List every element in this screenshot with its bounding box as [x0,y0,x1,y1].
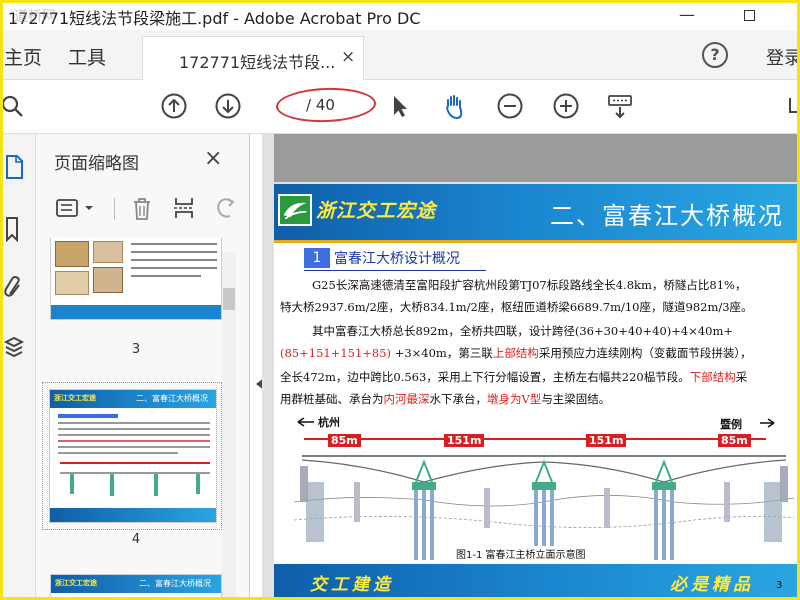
section-number: 1 [304,248,330,268]
text: 用群桩基础、承台为 [280,392,384,406]
next-page-icon[interactable] [214,92,242,120]
maximize-button[interactable] [738,4,760,26]
thumbnail-options-icon[interactable] [54,194,82,222]
maximize-icon [743,10,755,21]
zoom-search-icon[interactable] [0,92,28,120]
thumb-banner-left: 浙江交工宏途 [54,394,96,402]
page-banner: 浙江交工宏途 二、富春江大桥概况 [274,184,800,240]
page-thumbnails-icon[interactable] [2,154,26,180]
left-navigation-strip [0,134,36,600]
section-underline [304,270,486,271]
keyboard-scroll-icon[interactable] [606,92,634,120]
thumb-banner-right: 二、富春江大桥概况 [136,394,208,403]
bookmark-icon[interactable] [2,216,26,243]
panel-close-icon[interactable]: × [204,146,222,171]
help-icon[interactable]: ? [702,42,728,68]
thumbnail-scrollbar[interactable] [222,252,236,600]
thumbnail-list[interactable]: 3 浙江交工宏途 二、富春江大桥概况 4 浙江交工宏途 二、富春江大桥概况 [36,238,250,600]
dimension-line [304,438,766,440]
section-title: 富春江大桥设计概况 [334,251,460,267]
figure-caption: 图1-1 富春江主桥立面示意图 [452,546,590,561]
text: +3×40m，第三联 [391,346,493,360]
select-cursor-icon[interactable] [386,92,414,120]
company-logo [278,194,312,226]
attachment-icon[interactable] [2,274,26,300]
layers-icon[interactable] [2,334,26,360]
page-footer: 交工建造 必是精品 3 [274,564,800,600]
thumbnail-number: 4 [131,532,141,547]
thumb5-banner-right: 二、富春江大桥概况 [139,579,211,588]
zoom-in-icon[interactable] [552,92,580,120]
red-text: 内河最深 [383,392,430,406]
toolbar: / 40 [0,80,800,134]
text: 采 [735,370,748,384]
previous-page-icon[interactable] [160,92,188,120]
minimize-button[interactable]: — [676,4,698,26]
paragraph-2-line-2: (85+151+151+85) +3×40m，第三联上部结构采用预应力连续刚构（… [280,346,752,360]
paragraph-1-line-1: G25长深高速德清至富阳段扩容杭州段第TJ07标段路线全长4.8km，桥隧占比8… [312,278,747,292]
previous-page-edge [274,134,800,182]
red-text: 上部结构 [492,346,539,360]
thumbnail-page-4[interactable]: 浙江交工宏途 二、富春江大桥概况 [49,389,217,523]
menu-home[interactable]: 主页 [4,43,42,70]
paragraph-2-line-3: 全长472m，边中跨比0.563，采用上下行分幅设置，主桥左右幅共220榀节段。… [280,370,747,384]
thumbnail-number: 3 [131,342,141,357]
menu-bar: 主页 工具 172771短线法节段... × ? 登录 [0,30,800,80]
watermark: 道桥网 [14,9,56,25]
thumbnail-page-4-selected[interactable]: 浙江交工宏途 二、富春江大桥概况 [42,382,222,530]
red-text: 墩身为V型 [487,392,542,406]
panel-toolbar [50,194,250,224]
red-text: 下部结构 [689,370,736,384]
text: 采用预应力连续刚构（变截面节段拼装）， [538,346,752,360]
panel-title: 页面缩略图 [54,154,139,174]
paragraph-1-line-2: 特大桥2937.6m/2座，大桥834.1m/2座，枢纽匝道桥梁6689.7m/… [280,300,753,314]
hand-tool-icon[interactable] [440,92,468,120]
title-bar: 172771短线法节段梁施工.pdf - Adobe Acrobat Pro D… [0,0,800,30]
window-title: 172771短线法节段梁施工.pdf - Adobe Acrobat Pro D… [8,9,421,28]
paragraph-2-line-1: 其中富春江大桥总长892m，全桥共四联，设计跨径(36+30+40+40)+4×… [312,324,734,338]
toolbar-divider [114,198,115,220]
paragraph-2-line-4: 用群桩基础、承台为内河最深水下承台，墩身为V型与主梁固结。 [280,392,610,406]
login-button[interactable]: 登录 [766,44,800,70]
menu-tools[interactable]: 工具 [68,43,106,70]
text: 与主梁固结。 [541,392,611,406]
tab-label: 172771短线法节段... [179,53,336,72]
direction-arrows [297,417,775,428]
options-chevron-down-icon[interactable] [82,194,96,222]
document-viewport[interactable]: 浙江交工宏途 二、富春江大桥概况 1 富春江大桥设计概况 G25长深高速德清至富… [262,134,800,600]
footer-left-slogan: 交工建造 [310,575,394,595]
text: 全长472m，边中跨比0.563，采用上下行分幅设置，主桥左右幅共220榀节段。 [280,370,690,384]
split-page-icon[interactable] [170,194,198,222]
footer-right-slogan: 必是精品 [670,575,754,595]
thumb5-banner-left: 浙江交工宏途 [55,579,97,587]
zoom-out-icon[interactable] [496,92,524,120]
thumbnail-page-3[interactable] [50,238,222,320]
red-text: (85+151+151+85) [280,346,392,360]
pdf-page: 浙江交工宏途 二、富春江大桥概况 1 富春江大桥设计概况 G25长深高速德清至富… [274,184,800,600]
comment-icon[interactable] [786,92,800,120]
banner-title: 二、富春江大桥概况 [550,202,784,230]
page-number: 3 [776,580,783,591]
banner-company-name: 浙江交工宏途 [316,200,437,222]
red-annotation-ellipse [275,86,377,124]
document-tab[interactable]: 172771短线法节段... × [142,36,364,80]
thumbnail-page-5[interactable]: 浙江交工宏途 二、富春江大桥概况 [50,574,222,600]
tab-close-icon[interactable]: × [341,47,355,67]
text: 水下承台， [429,392,488,406]
page-thumbnails-panel: 页面缩略图 × 3 浙江交工宏途 二、富春江大桥概况 4 浙江交工宏途 二、富春… [36,134,250,600]
delete-page-icon[interactable] [128,194,156,222]
rotate-page-icon[interactable] [212,194,240,222]
scrollbar-thumb[interactable] [223,288,235,310]
banner-divider [274,240,800,243]
